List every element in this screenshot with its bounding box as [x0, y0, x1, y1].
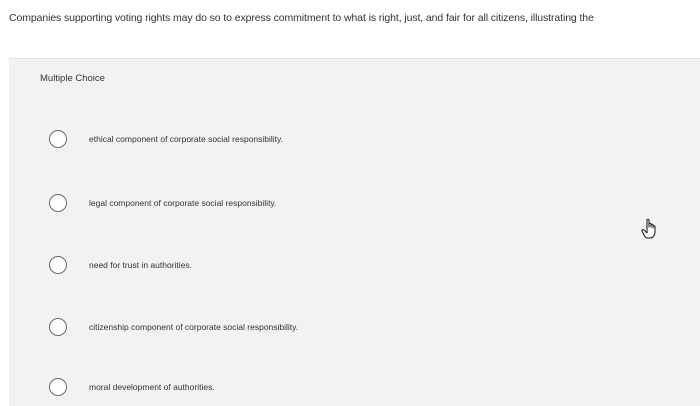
radio-button[interactable] [49, 130, 67, 148]
multiple-choice-panel: Multiple Choice ethical component of cor… [9, 58, 700, 406]
option-ethical[interactable]: ethical component of corporate social re… [9, 119, 700, 159]
hand-pointer-icon [640, 218, 660, 240]
option-label: ethical component of corporate social re… [89, 134, 284, 144]
option-legal[interactable]: legal component of corporate social resp… [9, 183, 700, 223]
option-citizenship[interactable]: citizenship component of corporate socia… [9, 307, 700, 347]
radio-button[interactable] [49, 318, 67, 336]
radio-button[interactable] [49, 378, 67, 396]
option-label: legal component of corporate social resp… [89, 198, 277, 208]
option-trust[interactable]: need for trust in authorities. [9, 245, 700, 285]
question-type-label: Multiple Choice [40, 73, 105, 84]
question-text: Companies supporting voting rights may d… [9, 12, 594, 24]
option-label: need for trust in authorities. [89, 260, 193, 270]
option-label: citizenship component of corporate socia… [89, 322, 299, 332]
option-label: moral development of authorities. [89, 382, 215, 392]
radio-button[interactable] [49, 256, 67, 274]
radio-button[interactable] [49, 194, 67, 212]
option-moral[interactable]: moral development of authorities. [9, 367, 700, 406]
